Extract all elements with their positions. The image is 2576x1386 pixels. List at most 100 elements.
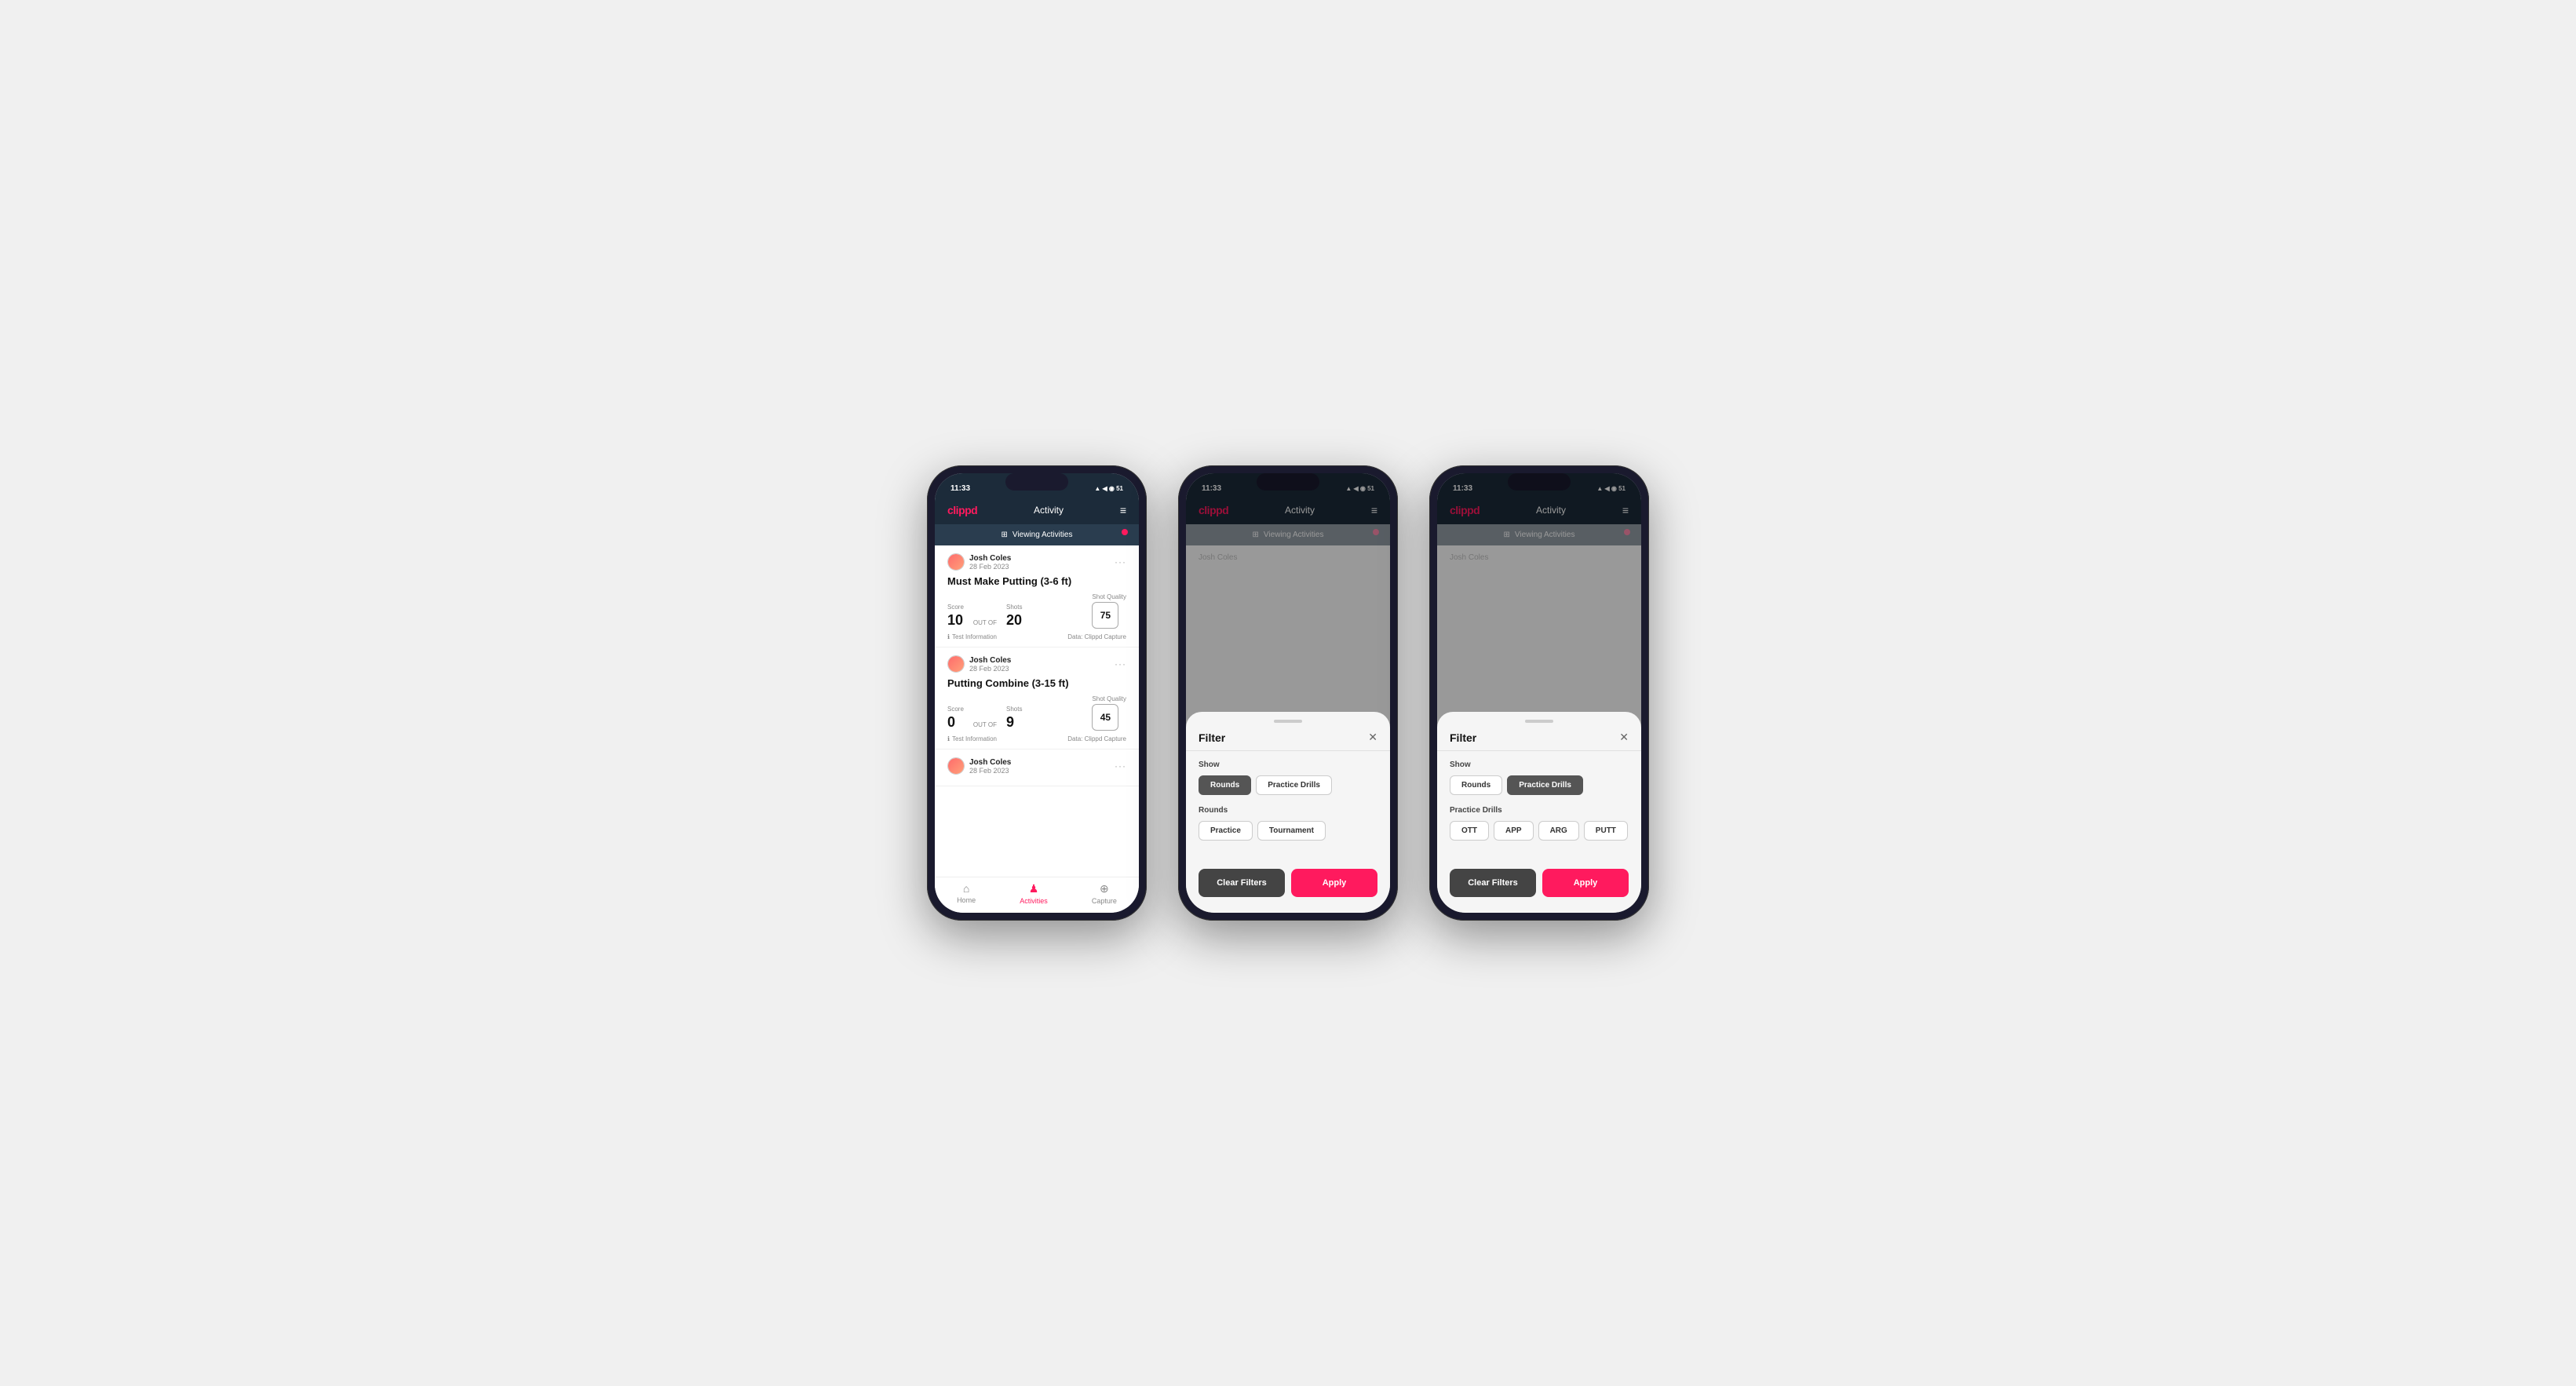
clear-filters-button-3[interactable]: Clear Filters [1450,869,1536,897]
stats-row-2: Score 0 OUT OF Shots 9 Shot Quality 45 [947,695,1126,731]
shot-quality-stat-2: Shot Quality 45 [1092,695,1126,731]
more-options-1[interactable]: ··· [1115,556,1126,567]
pill-practice-drills-3[interactable]: Practice Drills [1507,775,1583,795]
activity-list-1: Josh Coles 28 Feb 2023 ··· Must Make Put… [935,545,1139,877]
clear-filters-button-2[interactable]: Clear Filters [1199,869,1285,897]
tab-activities-1[interactable]: ♟ Activities [1020,882,1048,905]
test-info-1: ℹ Test Information [947,633,997,640]
score-stat-1: Score 10 [947,604,964,629]
nav-title-1: Activity [1034,505,1064,516]
user-details-1: Josh Coles 28 Feb 2023 [969,554,1011,571]
hamburger-icon-1[interactable]: ≡ [1120,505,1126,516]
tab-home-1[interactable]: ⌂ Home [957,882,976,905]
user-name-2: Josh Coles [969,656,1011,665]
filter-modal-3: Filter ✕ Show Rounds Practice Drills Pra… [1437,473,1641,913]
activity-card-2[interactable]: Josh Coles 28 Feb 2023 ··· Putting Combi… [935,647,1139,750]
tab-home-label-1: Home [957,896,976,904]
card-footer-2: ℹ Test Information Data: Clippd Capture [947,735,1126,742]
red-dot-1 [1122,529,1128,535]
sheet-content-2: Show Rounds Practice Drills Rounds Pract… [1186,751,1390,861]
activity-card-1[interactable]: Josh Coles 28 Feb 2023 ··· Must Make Put… [935,545,1139,647]
pill-ott-3[interactable]: OTT [1450,821,1489,841]
apply-button-2[interactable]: Apply [1291,869,1377,897]
phone-1-inner: 11:33 ▲ ◀ ◉ 51 clippd Activity ≡ ⊞ Viewi… [935,473,1139,913]
card-header-2: Josh Coles 28 Feb 2023 ··· [947,655,1126,673]
info-icon-2: ℹ [947,735,950,742]
data-source-1: Data: Clippd Capture [1067,633,1126,640]
shots-stat-2: Shots 9 [1006,706,1022,731]
avatar-1 [947,553,965,571]
card-header-3: Josh Coles 28 Feb 2023 ··· [947,757,1126,775]
phone-notch-1 [1005,473,1068,491]
pill-practice-drills-2[interactable]: Practice Drills [1256,775,1332,795]
user-details-3: Josh Coles 28 Feb 2023 [969,758,1011,775]
show-pills-3: Rounds Practice Drills [1450,775,1629,795]
show-label-3: Show [1450,760,1629,769]
score-stat-2: Score 0 [947,706,964,731]
more-options-3[interactable]: ··· [1115,760,1126,771]
quality-box-1: 75 [1092,602,1118,629]
filter-sheet-2: Filter ✕ Show Rounds Practice Drills Rou… [1186,712,1390,913]
sheet-footer-2: Clear Filters Apply [1186,861,1390,897]
show-label-2: Show [1199,760,1377,769]
pill-rounds-2[interactable]: Rounds [1199,775,1251,795]
tab-bar-1: ⌂ Home ♟ Activities ⊕ Capture [935,877,1139,913]
phone-1: 11:33 ▲ ◀ ◉ 51 clippd Activity ≡ ⊞ Viewi… [927,465,1147,921]
status-time-1: 11:33 [950,484,970,493]
phone-2: 11:33 ▲ ◀ ◉ 51 clippd Activity ≡ ⊞ Viewi… [1178,465,1398,921]
apply-button-3[interactable]: Apply [1542,869,1629,897]
shot-quality-stat-1: Shot Quality 75 [1092,593,1126,629]
close-filter-2[interactable]: ✕ [1368,731,1377,744]
user-name-3: Josh Coles [969,758,1011,767]
pill-arg-3[interactable]: ARG [1538,821,1579,841]
viewing-bar-1[interactable]: ⊞ Viewing Activities [935,524,1139,545]
user-date-3: 28 Feb 2023 [969,767,1011,775]
user-details-2: Josh Coles 28 Feb 2023 [969,656,1011,673]
quality-box-2: 45 [1092,704,1118,731]
sheet-header-3: Filter ✕ [1437,723,1641,751]
activity-card-3[interactable]: Josh Coles 28 Feb 2023 ··· [935,750,1139,786]
close-filter-3[interactable]: ✕ [1619,731,1629,744]
phone-2-inner: 11:33 ▲ ◀ ◉ 51 clippd Activity ≡ ⊞ Viewi… [1186,473,1390,913]
show-pills-2: Rounds Practice Drills [1199,775,1377,795]
stats-row-1: Score 10 OUT OF Shots 20 Shot Quality [947,593,1126,629]
card-footer-1: ℹ Test Information Data: Clippd Capture [947,633,1126,640]
pill-app-3[interactable]: APP [1494,821,1534,841]
phone-3-inner: 11:33 ▲ ◀ ◉ 51 clippd Activity ≡ ⊞ Viewi… [1437,473,1641,913]
filter-title-3: Filter [1450,731,1476,744]
filter-sheet-3: Filter ✕ Show Rounds Practice Drills Pra… [1437,712,1641,913]
user-info-3: Josh Coles 28 Feb 2023 [947,757,1011,775]
tab-activities-label-1: Activities [1020,897,1048,905]
pill-putt-3[interactable]: PUTT [1584,821,1628,841]
user-date-2: 28 Feb 2023 [969,665,1011,673]
sheet-footer-3: Clear Filters Apply [1437,861,1641,897]
pill-tournament-2[interactable]: Tournament [1257,821,1326,841]
tab-capture-label-1: Capture [1092,897,1117,905]
outof-stat-2: OUT OF [973,721,997,731]
outof-stat-1: OUT OF [973,619,997,629]
home-icon-1: ⌂ [963,882,969,895]
data-source-2: Data: Clippd Capture [1067,735,1126,742]
filter-title-2: Filter [1199,731,1225,744]
activities-icon-1: ♟ [1029,882,1039,895]
logo-1: clippd [947,504,977,516]
more-options-2[interactable]: ··· [1115,658,1126,669]
tab-capture-1[interactable]: ⊕ Capture [1092,882,1117,905]
nav-bar-1: clippd Activity ≡ [935,498,1139,524]
status-icons-1: ▲ ◀ ◉ 51 [1094,485,1123,492]
shots-stat-1: Shots 20 [1006,604,1022,629]
info-icon-1: ℹ [947,633,950,640]
user-info-2: Josh Coles 28 Feb 2023 [947,655,1011,673]
avatar-2 [947,655,965,673]
activity-title-2: Putting Combine (3-15 ft) [947,677,1126,689]
drills-pills-3: OTT APP ARG PUTT [1450,821,1629,841]
rounds-label-2: Rounds [1199,806,1377,815]
card-header-1: Josh Coles 28 Feb 2023 ··· [947,553,1126,571]
pill-practice-2[interactable]: Practice [1199,821,1253,841]
screenshots-container: 11:33 ▲ ◀ ◉ 51 clippd Activity ≡ ⊞ Viewi… [927,465,1649,921]
test-info-2: ℹ Test Information [947,735,997,742]
rounds-pills-2: Practice Tournament [1199,821,1377,841]
user-name-1: Josh Coles [969,554,1011,563]
pill-rounds-3[interactable]: Rounds [1450,775,1502,795]
sheet-content-3: Show Rounds Practice Drills Practice Dri… [1437,751,1641,861]
